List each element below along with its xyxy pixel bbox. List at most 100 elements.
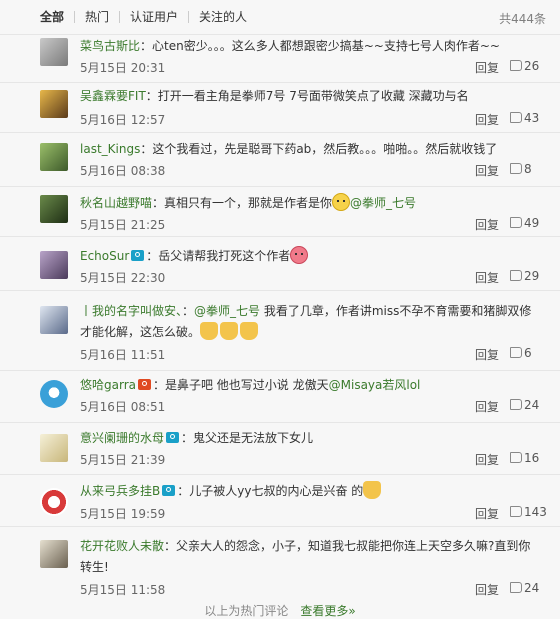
comment-body: EchoSur ：岳父请帮我打死这个作者 xyxy=(80,246,536,267)
comment-text-continued: 才能化解，这怎么破。 xyxy=(80,325,201,339)
tab-following[interactable]: 关注的人 xyxy=(189,10,257,24)
cat-emoji-icon xyxy=(363,481,382,499)
like-button[interactable]: 16 xyxy=(510,451,539,465)
comment-item: 丨我的名字叫做安、：@拳师_七号 我看了几章，作者讲miss不孕不育需要和猪脚双… xyxy=(0,290,560,371)
like-button[interactable]: 26 xyxy=(510,59,539,73)
comment-body: 意兴阑珊的水母 ：鬼父还是无法放下女儿 xyxy=(80,428,536,449)
avatar[interactable] xyxy=(40,434,68,462)
comment-body: 菜鸟古斯比：心ten密少。。。这么多人都想跟密少搞基~~支持七号人肉作者~~ xyxy=(80,36,536,57)
comment-body: 秋名山越野喵：真相只有一个，那就是作者是你 @拳师_七号 xyxy=(80,193,536,214)
comment-item: 从来弓兵多挂B ：儿子被人yy七叔的内心是兴奋 的 5月15日 19:59 回复 … xyxy=(0,474,560,527)
avatar[interactable] xyxy=(40,380,68,408)
username[interactable]: 菜鸟古斯比 xyxy=(80,39,140,53)
comment-body: 悠哈garra ：是鼻子吧 他也写过小说 龙傲天@Misaya若风lol xyxy=(80,375,536,396)
avatar[interactable] xyxy=(40,143,68,171)
comment-text: ：心ten密少。。。这么多人都想跟密少搞基~~支持七号人肉作者~~ xyxy=(140,39,500,53)
like-button[interactable]: 43 xyxy=(510,111,539,125)
like-button[interactable]: 8 xyxy=(510,162,532,176)
comment-time: 5月16日 11:51 xyxy=(80,348,166,362)
thumbs-up-icon xyxy=(510,399,522,410)
comment-item: 吴鑫霖要FIT：打开一看主角是拳师7号 7号面带微笑点了收藏 深藏功与名 5月1… xyxy=(0,82,560,133)
avatar[interactable] xyxy=(40,251,68,279)
username[interactable]: 吴鑫霖要FIT xyxy=(80,89,146,103)
avatar[interactable] xyxy=(40,195,68,223)
comment-item: 秋名山越野喵：真相只有一个，那就是作者是你 @拳师_七号 5月15日 21:25 … xyxy=(0,186,560,237)
comment-item: 菜鸟古斯比：心ten密少。。。这么多人都想跟密少搞基~~支持七号人肉作者~~ 5… xyxy=(0,34,560,83)
like-button[interactable]: 29 xyxy=(510,269,539,283)
tab-all[interactable]: 全部 xyxy=(40,10,74,24)
comment-item: 悠哈garra ：是鼻子吧 他也写过小说 龙傲天@Misaya若风lol 5月16… xyxy=(0,370,560,423)
like-button[interactable]: 24 xyxy=(510,398,539,412)
like-count: 6 xyxy=(524,346,532,360)
comment-time: 5月16日 08:38 xyxy=(80,164,166,178)
thumbs-up-icon xyxy=(510,270,522,281)
like-button[interactable]: 24 xyxy=(510,581,539,595)
thumbs-up-icon xyxy=(510,217,522,228)
comment-text: ：打开一看主角是拳师7号 7号面带微笑点了收藏 深藏功与名 xyxy=(145,89,469,103)
comment-time: 5月15日 11:58 xyxy=(80,583,166,597)
mention-link[interactable]: @Misaya若风lol xyxy=(329,378,421,392)
mention-link[interactable]: @拳师_七号 xyxy=(194,304,260,318)
comment-time: 5月15日 20:31 xyxy=(80,61,166,75)
comment-item: 花开花败人未散：父亲大人的怨念，小子，知道我七叔能把你连上天空多久嘛?直到你 转生… xyxy=(0,526,560,602)
comment-time: 5月15日 21:25 xyxy=(80,218,166,232)
like-button[interactable]: 143 xyxy=(510,505,547,519)
like-count: 29 xyxy=(524,269,540,283)
avatar[interactable] xyxy=(40,90,68,118)
like-button[interactable]: 6 xyxy=(510,346,532,360)
avatar[interactable] xyxy=(40,540,68,568)
like-count: 143 xyxy=(524,505,547,519)
thumbs-up-icon xyxy=(510,452,522,463)
reply-button[interactable]: 回复 xyxy=(475,269,499,286)
thumbs-up-icon xyxy=(510,60,522,71)
avatar[interactable] xyxy=(40,488,68,516)
like-count: 43 xyxy=(524,111,540,125)
smiley-emoji-icon xyxy=(332,193,351,211)
reply-button[interactable]: 回复 xyxy=(475,216,499,233)
avatar[interactable] xyxy=(40,38,68,66)
tab-verified-users[interactable]: 认证用户 xyxy=(120,10,188,24)
reply-button[interactable]: 回复 xyxy=(475,162,499,179)
reply-button[interactable]: 回复 xyxy=(475,398,499,415)
avatar[interactable] xyxy=(40,306,68,334)
reply-button[interactable]: 回复 xyxy=(475,451,499,468)
comment-time: 5月16日 08:51 xyxy=(80,400,166,414)
comment-text: ：父亲大人的怨念，小子，知道我七叔能把你连上天空多久嘛?直到你 xyxy=(164,539,531,553)
thumbs-up-icon xyxy=(510,347,522,358)
rank-badge-icon xyxy=(137,379,151,390)
username[interactable]: EchoSur xyxy=(80,249,129,263)
comment-body: 吴鑫霖要FIT：打开一看主角是拳师7号 7号面带微笑点了收藏 深藏功与名 xyxy=(80,86,536,107)
username[interactable]: 花开花败人未散 xyxy=(80,539,164,553)
thumbs-up-icon xyxy=(510,506,522,517)
like-count: 24 xyxy=(524,398,540,412)
verified-badge-icon xyxy=(162,485,176,496)
like-count: 26 xyxy=(524,59,540,73)
reply-button[interactable]: 回复 xyxy=(475,59,499,76)
reply-button[interactable]: 回复 xyxy=(475,581,499,598)
username[interactable]: last_Kings xyxy=(80,142,140,156)
reply-button[interactable]: 回复 xyxy=(475,505,499,522)
reply-button[interactable]: 回复 xyxy=(475,111,499,128)
comment-time: 5月15日 19:59 xyxy=(80,507,166,521)
comment-time: 5月15日 21:39 xyxy=(80,453,166,467)
comment-footer: 以上为热门评论 查看更多» xyxy=(0,602,560,619)
mention-link[interactable]: @拳师_七号 xyxy=(350,196,416,210)
verified-badge-icon xyxy=(131,250,145,261)
reply-button[interactable]: 回复 xyxy=(475,346,499,363)
cat-emoji-icon xyxy=(200,322,219,340)
like-button[interactable]: 49 xyxy=(510,216,539,230)
comment-filter-tabs: 全部 热门 认证用户 关注的人 xyxy=(0,0,560,35)
comment-item: last_Kings：这个我看过，先是聪哥下药ab，然后教。。。啪啪。。然后就收… xyxy=(0,132,560,187)
like-count: 24 xyxy=(524,581,540,595)
comment-item: EchoSur ：岳父请帮我打死这个作者 5月15日 22:30 回复 29 xyxy=(0,236,560,291)
username[interactable]: 秋名山越野喵 xyxy=(80,196,152,210)
username[interactable]: 丨我的名字叫做安、 xyxy=(80,304,182,318)
comment-body: last_Kings：这个我看过，先是聪哥下药ab，然后教。。。啪啪。。然后就收… xyxy=(80,139,536,160)
username[interactable]: 从来弓兵多挂B xyxy=(80,484,160,498)
comment-text: ：真相只有一个，那就是作者是你 xyxy=(152,196,333,210)
tab-hot[interactable]: 热门 xyxy=(75,10,119,24)
like-count: 16 xyxy=(524,451,540,465)
username[interactable]: 悠哈garra xyxy=(80,378,136,392)
username[interactable]: 意兴阑珊的水母 xyxy=(80,431,164,445)
comment-time: 5月15日 22:30 xyxy=(80,271,166,285)
